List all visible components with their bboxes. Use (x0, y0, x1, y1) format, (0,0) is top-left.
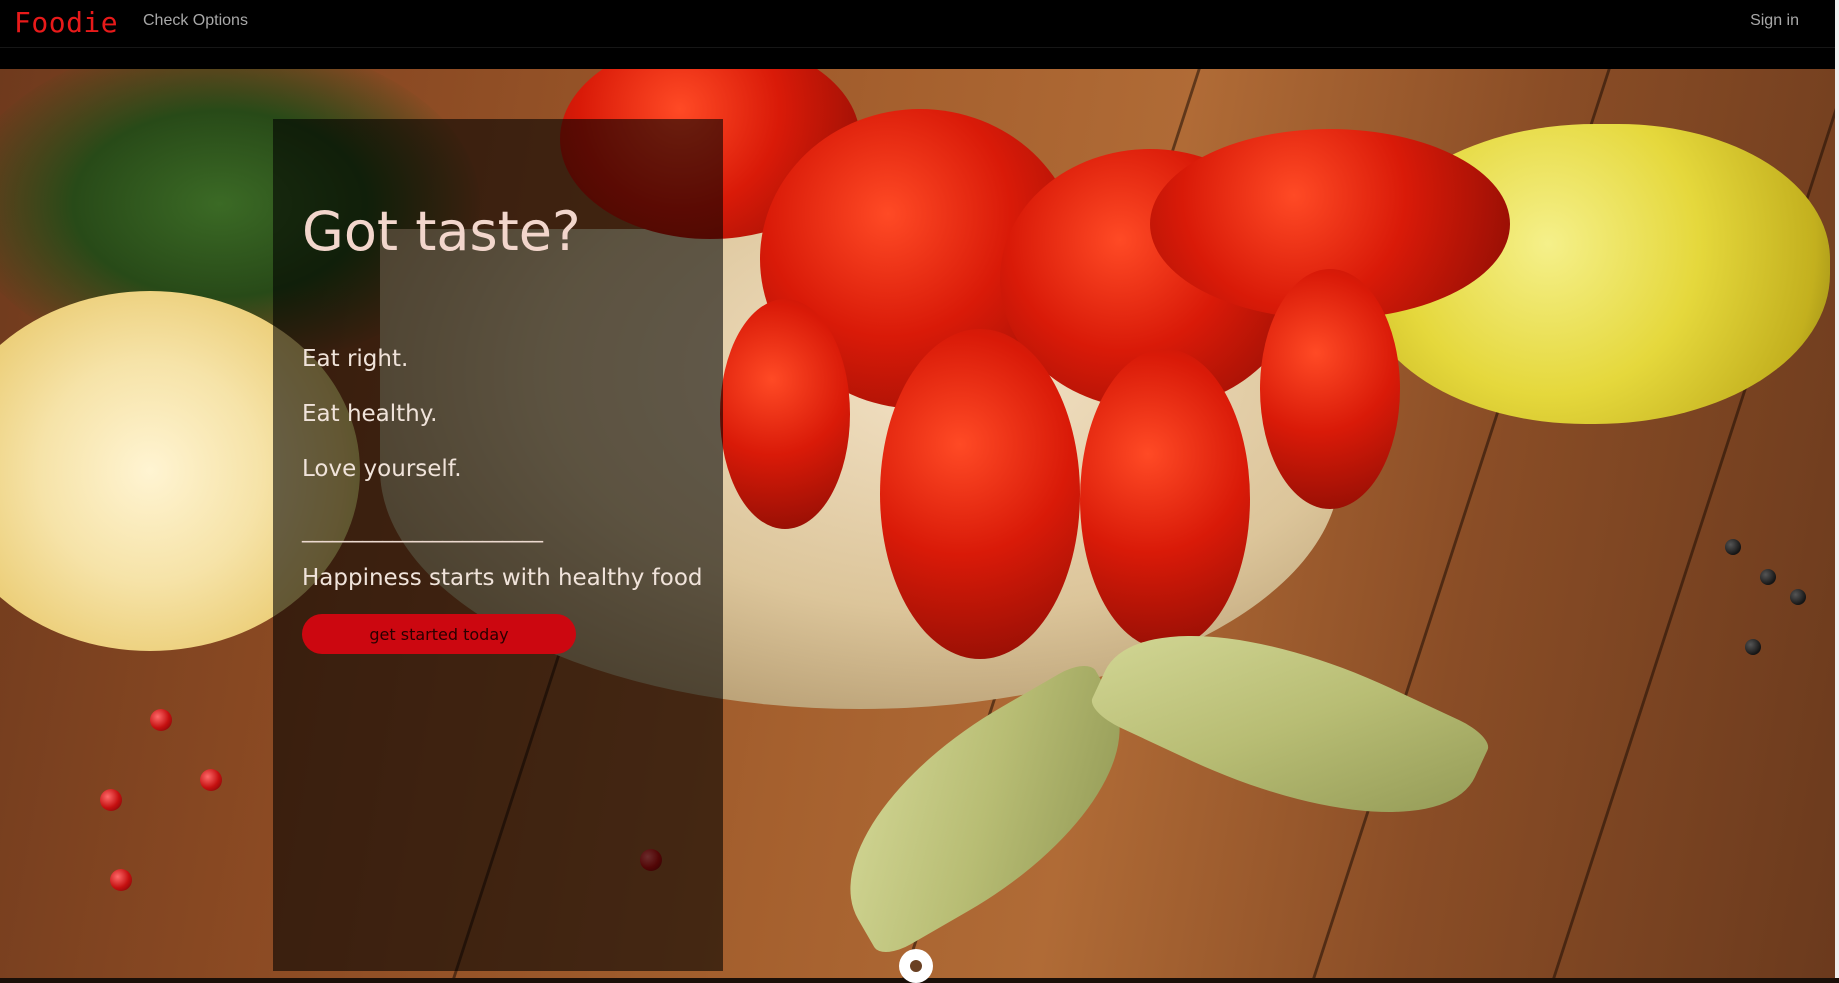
black-peppercorn (1725, 539, 1741, 555)
red-peppercorn (110, 869, 132, 891)
crawfish-claw (1080, 349, 1250, 649)
hero-subheadline: Happiness starts with healthy food (302, 565, 703, 591)
navbar-spacer (0, 48, 1839, 69)
crawfish-claw (1260, 269, 1400, 509)
red-peppercorn (200, 769, 222, 791)
black-peppercorn (1790, 589, 1806, 605)
hero-headline: Got taste? (302, 200, 581, 263)
sign-in-link[interactable]: Sign in (1750, 12, 1799, 30)
scroll-indicator-dot (910, 960, 922, 972)
get-started-button[interactable]: get started today (302, 614, 576, 654)
top-navbar: Foodie Check Options Sign in (0, 0, 1839, 48)
black-peppercorn (1760, 569, 1776, 585)
red-peppercorn (150, 709, 172, 731)
crawfish-claw (880, 329, 1080, 659)
tagline-eat-right: Eat right. (302, 346, 409, 372)
crawfish-claw (720, 299, 850, 529)
brand-logo[interactable]: Foodie (14, 6, 118, 39)
text-divider: ________________________ (302, 518, 543, 543)
nav-link-check-options[interactable]: Check Options (143, 12, 248, 30)
tagline-love-yourself: Love yourself. (302, 456, 462, 482)
page-scrollbar[interactable] (1835, 0, 1839, 978)
tagline-eat-healthy: Eat healthy. (302, 401, 438, 427)
black-peppercorn (1745, 639, 1761, 655)
red-peppercorn (100, 789, 122, 811)
